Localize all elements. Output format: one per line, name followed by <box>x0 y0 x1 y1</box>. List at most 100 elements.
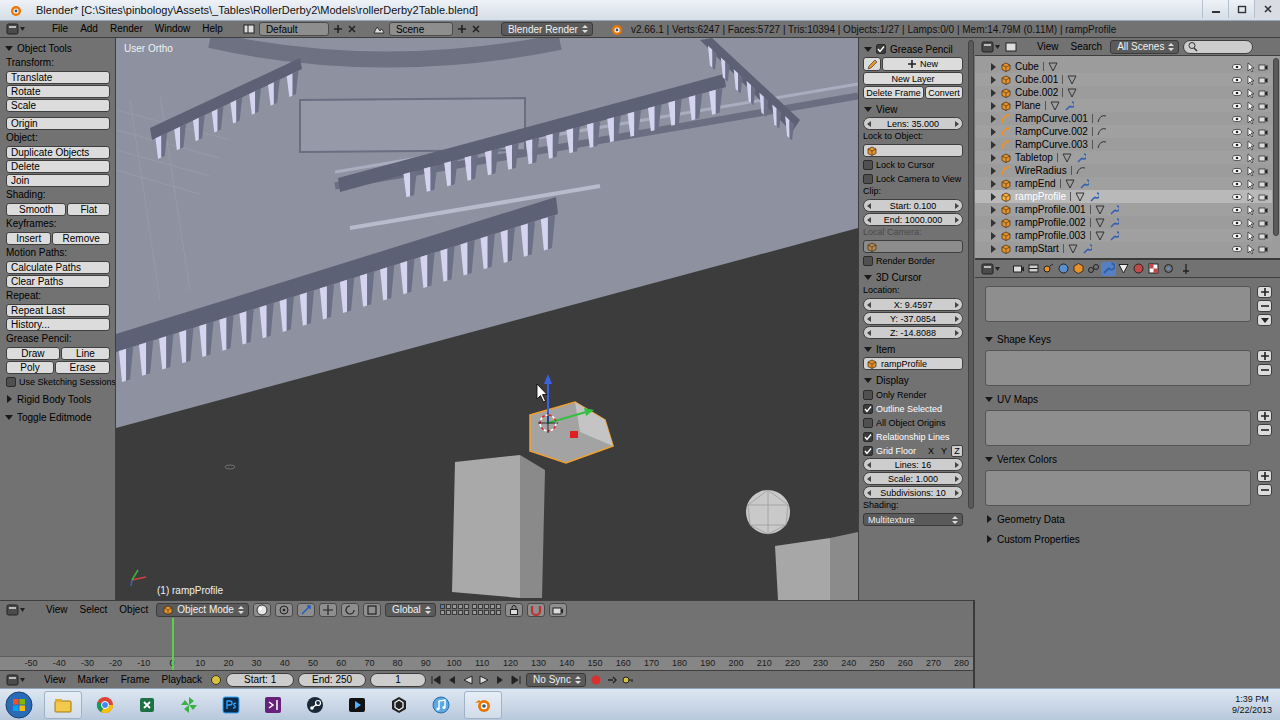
checkbox[interactable] <box>863 160 873 170</box>
list-box[interactable] <box>985 350 1251 386</box>
minimize-button[interactable] <box>1202 0 1228 18</box>
add-button[interactable] <box>1257 350 1272 362</box>
object-field[interactable] <box>863 144 963 157</box>
layer-button[interactable] <box>478 610 483 615</box>
checkbox-row[interactable]: All Object Origins <box>863 416 963 429</box>
decrement-arrow-icon[interactable] <box>867 217 871 223</box>
checkbox[interactable] <box>863 404 873 414</box>
context-tab[interactable] <box>1071 262 1086 276</box>
checkbox[interactable] <box>863 256 873 266</box>
axis-toggle[interactable]: X <box>925 445 937 457</box>
tool-button[interactable]: Line <box>61 347 110 360</box>
select-arrow-icon[interactable] <box>1245 178 1255 190</box>
decrement-arrow-icon[interactable] <box>867 121 871 127</box>
checkbox[interactable] <box>863 432 873 442</box>
orientation-dropdown[interactable]: Global <box>385 603 436 617</box>
context-tab[interactable] <box>1056 262 1071 276</box>
number-field[interactable]: End: 1000.000 <box>863 213 963 226</box>
decrement-arrow-icon[interactable] <box>867 490 871 496</box>
add-button[interactable] <box>1257 410 1272 422</box>
panel-header[interactable]: Shape Keys <box>983 332 1272 346</box>
sync-dropdown[interactable]: No Sync <box>526 673 586 687</box>
taskbar-app[interactable] <box>380 691 418 719</box>
disclosure-triangle-icon[interactable] <box>5 44 13 52</box>
render-camera-icon[interactable] <box>1258 191 1268 203</box>
taskbar-app[interactable] <box>254 691 292 719</box>
disclosure-triangle-icon[interactable] <box>989 167 997 175</box>
disclosure-triangle-icon[interactable] <box>985 535 993 543</box>
outliner-row[interactable]: rampProfile.003 <box>975 229 1272 242</box>
panel-header[interactable]: Toggle Editmode <box>3 410 113 424</box>
outliner-row[interactable]: rampProfile.002 <box>975 216 1272 229</box>
tool-button[interactable]: Scale <box>6 99 110 112</box>
menu-item[interactable]: View <box>1033 40 1063 54</box>
menu-item[interactable]: View <box>40 673 70 687</box>
decrement-arrow-icon[interactable] <box>867 330 871 336</box>
object-field[interactable] <box>863 240 963 253</box>
disclosure-triangle-icon[interactable] <box>985 515 993 523</box>
render-camera-icon[interactable] <box>1258 178 1268 190</box>
block-object[interactable] <box>775 532 858 600</box>
tool-button[interactable]: Delete <box>6 160 110 173</box>
increment-arrow-icon[interactable] <box>955 490 959 496</box>
list-box[interactable] <box>985 410 1251 446</box>
taskbar-app[interactable] <box>338 691 376 719</box>
sidebar-button[interactable]: Convert <box>925 86 963 99</box>
shading-dropdown[interactable]: Multitexture <box>863 513 963 526</box>
timeline-body[interactable]: -50-40-30-20-100102030405060708090100110… <box>0 618 973 670</box>
select-arrow-icon[interactable] <box>1245 113 1255 125</box>
eye-icon[interactable] <box>1232 217 1242 229</box>
editor-type-icon[interactable] <box>6 604 26 616</box>
render-camera-icon[interactable] <box>1258 165 1268 177</box>
translate-toggle[interactable] <box>319 603 337 617</box>
select-arrow-icon[interactable] <box>1245 152 1255 164</box>
checkbox-row[interactable]: Grid FloorXYZ <box>863 444 963 457</box>
tool-button[interactable]: History... <box>6 318 110 331</box>
scene-field[interactable]: Scene <box>389 22 453 36</box>
disclosure-triangle-icon[interactable] <box>989 128 997 136</box>
maximize-button[interactable] <box>1228 0 1254 18</box>
eye-icon[interactable] <box>1232 165 1242 177</box>
menu-item[interactable]: Frame <box>117 673 154 687</box>
disclosure-triangle-icon[interactable] <box>989 219 997 227</box>
panel-header[interactable]: Object Tools <box>3 41 113 55</box>
increment-arrow-icon[interactable] <box>955 217 959 223</box>
select-arrow-icon[interactable] <box>1245 100 1255 112</box>
current-frame-field[interactable]: 1 <box>370 673 426 687</box>
panel-header[interactable]: Vertex Colors <box>983 452 1272 466</box>
select-arrow-icon[interactable] <box>1245 165 1255 177</box>
minus-icon[interactable] <box>1260 301 1270 311</box>
tool-button[interactable]: Insert <box>6 232 51 245</box>
layer-button[interactable] <box>464 604 469 609</box>
outliner-row[interactable]: Plane <box>975 99 1272 112</box>
axis-toggle[interactable]: Z <box>951 445 963 457</box>
disclosure-triangle-icon[interactable] <box>985 395 993 403</box>
checkbox[interactable] <box>876 44 886 54</box>
checkbox-row[interactable]: Relationship Lines <box>863 430 963 443</box>
select-arrow-icon[interactable] <box>1245 74 1255 86</box>
context-tab[interactable] <box>1101 262 1116 276</box>
number-field[interactable]: Subdivisions: 10 <box>863 486 963 499</box>
increment-arrow-icon[interactable] <box>955 330 959 336</box>
tool-button[interactable]: Smooth <box>6 203 66 216</box>
number-field[interactable]: X: 9.4597 <box>863 298 963 311</box>
scrollbar-thumb[interactable] <box>968 40 974 509</box>
context-tab[interactable] <box>1131 262 1146 276</box>
layer-button[interactable] <box>472 604 477 609</box>
layer-button[interactable] <box>446 610 451 615</box>
plus-icon[interactable] <box>1260 411 1270 421</box>
disclosure-triangle-icon[interactable] <box>864 273 872 281</box>
decrement-arrow-icon[interactable] <box>867 476 871 482</box>
eye-icon[interactable] <box>1232 243 1242 255</box>
plus-icon[interactable] <box>1260 351 1270 361</box>
tool-button[interactable]: Remove <box>52 232 110 245</box>
transform-gizmo-icon[interactable] <box>544 374 594 423</box>
tool-button[interactable]: Rotate <box>6 85 110 98</box>
layer-button[interactable] <box>452 604 457 609</box>
checkbox[interactable] <box>6 377 16 387</box>
taskbar-app[interactable] <box>212 691 250 719</box>
render-camera-icon[interactable] <box>1258 126 1268 138</box>
eye-icon[interactable] <box>1232 152 1242 164</box>
checkbox-row[interactable]: Render Border <box>863 254 963 267</box>
panel-header[interactable]: UV Maps <box>983 392 1272 406</box>
